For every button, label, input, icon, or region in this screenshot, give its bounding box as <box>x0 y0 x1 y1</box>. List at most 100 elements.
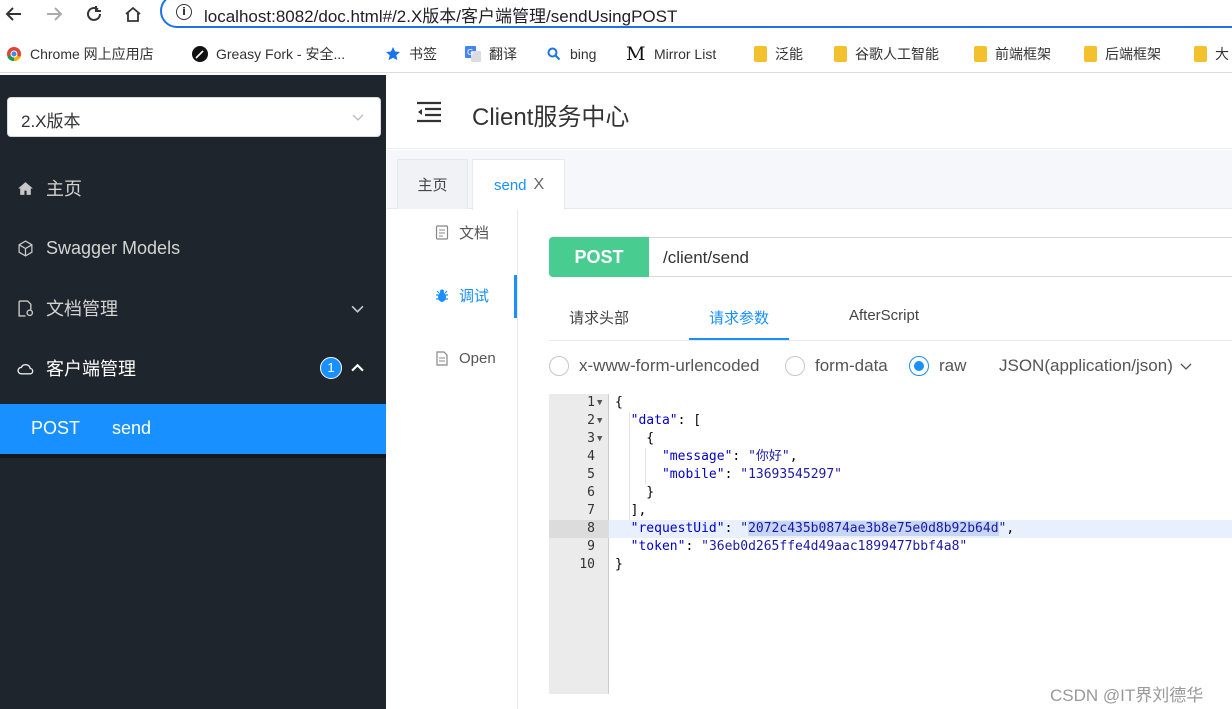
code-line: } <box>615 485 655 500</box>
path-label: send <box>112 418 152 438</box>
code-line: "data": [ <box>630 413 702 428</box>
close-icon[interactable]: X <box>534 176 545 194</box>
line-number: 9 <box>587 539 595 554</box>
bug-icon <box>436 289 448 302</box>
fold-icon[interactable]: ▼ <box>597 394 605 412</box>
radio-label[interactable]: form-data <box>815 356 888 376</box>
sidebar-item-swagger-models[interactable]: Swagger Models <box>0 218 386 278</box>
code-line: "mobile": "13693545297" <box>661 467 842 482</box>
cloud-icon <box>17 363 34 375</box>
method-label: POST <box>31 418 81 438</box>
version-select[interactable]: 2.X版本 <box>7 97 381 137</box>
chevron-down-icon <box>352 114 364 121</box>
radio-label[interactable]: x-www-form-urlencoded <box>579 356 759 376</box>
nav-open[interactable]: Open <box>387 338 518 378</box>
mobile-value: 13693545297 <box>748 467 835 482</box>
nav-label: 调试 <box>459 287 490 305</box>
folder-icon <box>1084 46 1097 62</box>
radio-label[interactable]: raw <box>939 356 966 376</box>
cube-icon <box>18 239 33 257</box>
bookmark-translate[interactable]: G 翻译 <box>465 44 517 64</box>
bookmark-folder-frontend[interactable]: 前端框架 <box>974 44 1051 64</box>
tab-afterscript[interactable]: AfterScript <box>849 307 919 324</box>
active-indicator <box>514 275 517 318</box>
bookmark-folder-google-ai[interactable]: 谷歌人工智能 <box>834 44 939 64</box>
back-icon[interactable] <box>2 2 26 26</box>
fold-icon[interactable]: ▼ <box>597 412 605 430</box>
tab-request-headers[interactable]: 请求头部 <box>569 307 629 328</box>
body-type-radio-group: x-www-form-urlencoded form-data raw JSON… <box>549 354 1232 380</box>
reload-icon[interactable] <box>82 2 106 26</box>
request-path[interactable]: /client/send <box>663 248 749 268</box>
request-url-row: POST /client/send <box>549 237 1232 277</box>
active-tab-indicator <box>689 338 789 340</box>
star-icon <box>386 47 400 61</box>
radio-raw[interactable] <box>909 356 929 376</box>
tab-request-params[interactable]: 请求参数 <box>709 307 769 328</box>
code-line: "message": "你好", <box>661 449 798 464</box>
tab-home[interactable]: 主页 <box>397 159 468 209</box>
line-number: 7 <box>587 503 595 518</box>
sidebar-subitem-send[interactable]: POST send <box>0 404 386 454</box>
site-info-icon[interactable]: i <box>176 4 192 20</box>
sidebar-item-label: 文档管理 <box>46 299 118 319</box>
sidebar-item-label: 客户端管理 <box>46 359 136 379</box>
main-header: Client服务中心 <box>387 75 1232 149</box>
sidebar-item-label: Swagger Models <box>46 237 181 258</box>
code-line: { <box>615 395 623 410</box>
version-select-value: 2.X版本 <box>21 112 81 131</box>
tab-send[interactable]: send X <box>472 159 565 210</box>
folder-icon <box>834 46 847 62</box>
api-view-nav: 文档 调试 Open <box>387 210 518 709</box>
svg-text:G: G <box>467 48 473 57</box>
bookmark-bing[interactable]: bing <box>546 44 596 64</box>
sidebar-item-label: 主页 <box>46 179 82 199</box>
chevron-down-icon[interactable] <box>1180 362 1192 372</box>
code-line: { <box>615 431 655 446</box>
radio-form-data[interactable] <box>785 356 805 376</box>
token-value: 36eb0d265ffe4d49aac1899477bbf4a8 <box>708 539 960 554</box>
bookmark-mirror-list[interactable]: M Mirror List <box>626 44 716 64</box>
folder-icon <box>754 46 767 62</box>
code-line: "token": "36eb0d265ffe4d49aac1899477bbf4… <box>630 539 968 554</box>
json-body-editor[interactable]: 1 ▼ 2 ▼ 3 ▼ 4 5 6 7 8 9 10 { "data": [ { "m… <box>549 394 1232 694</box>
sidebar-item-home[interactable]: 主页 <box>0 158 386 218</box>
nav-debug[interactable]: 调试 <box>387 275 518 315</box>
sidebar-item-client[interactable]: 客户端管理 1 <box>0 338 386 398</box>
bookmark-greasyfork[interactable]: Greasy Fork - 安全... <box>192 44 345 64</box>
chevron-up-icon <box>351 363 364 371</box>
document-icon <box>435 224 449 240</box>
bookmark-folder-more[interactable]: 大 <box>1194 44 1229 64</box>
fold-icon[interactable]: ▼ <box>597 430 605 448</box>
method-badge: POST <box>549 237 649 277</box>
chevron-down-icon <box>351 305 364 313</box>
code-line: "requestUid": "2072c435b0874ae3b8e75e0d8… <box>630 521 1015 536</box>
home-icon <box>18 181 33 195</box>
nav-doc[interactable]: 文档 <box>387 212 518 252</box>
file-icon <box>436 350 448 366</box>
message-value: 你好 <box>755 449 782 464</box>
url-text[interactable]: localhost:8082/doc.html#/2.X版本/客户端管理/sen… <box>204 2 677 27</box>
content-type-select[interactable]: JSON(application/json) <box>999 356 1173 376</box>
code-line: ], <box>615 503 647 518</box>
line-number: 10 <box>579 557 595 572</box>
chrome-webstore-icon <box>7 47 21 62</box>
watermark: CSDN @IT界刘德华 <box>1050 686 1204 705</box>
tab-label: 主页 <box>417 177 448 194</box>
sidebar-item-docs[interactable]: 文档管理 <box>0 278 386 338</box>
bookmark-folder-fanneng[interactable]: 泛能 <box>754 44 803 64</box>
greasyfork-icon <box>192 46 208 62</box>
bookmark-bookmarks[interactable]: 书签 <box>385 44 437 64</box>
home-icon[interactable] <box>121 2 145 26</box>
forward-icon[interactable] <box>42 2 66 26</box>
tab-label: send <box>494 176 527 194</box>
sidebar: 2.X版本 主页 Swagger Models 文档管理 客户端管理 1 POS… <box>0 75 386 709</box>
tabs-bar: 主页 send X <box>387 150 1232 210</box>
address-bar[interactable]: i localhost:8082/doc.html#/2.X版本/客户端管理/s… <box>160 0 1232 28</box>
line-number: 4 <box>587 449 595 464</box>
radio-urlencoded[interactable] <box>549 356 569 376</box>
bookmark-folder-backend[interactable]: 后端框架 <box>1084 44 1161 64</box>
bookmark-chrome-store[interactable]: Chrome 网上应用店 <box>6 44 154 64</box>
menu-fold-icon[interactable] <box>416 101 442 123</box>
browser-toolbar: i localhost:8082/doc.html#/2.X版本/客户端管理/s… <box>0 0 1232 28</box>
